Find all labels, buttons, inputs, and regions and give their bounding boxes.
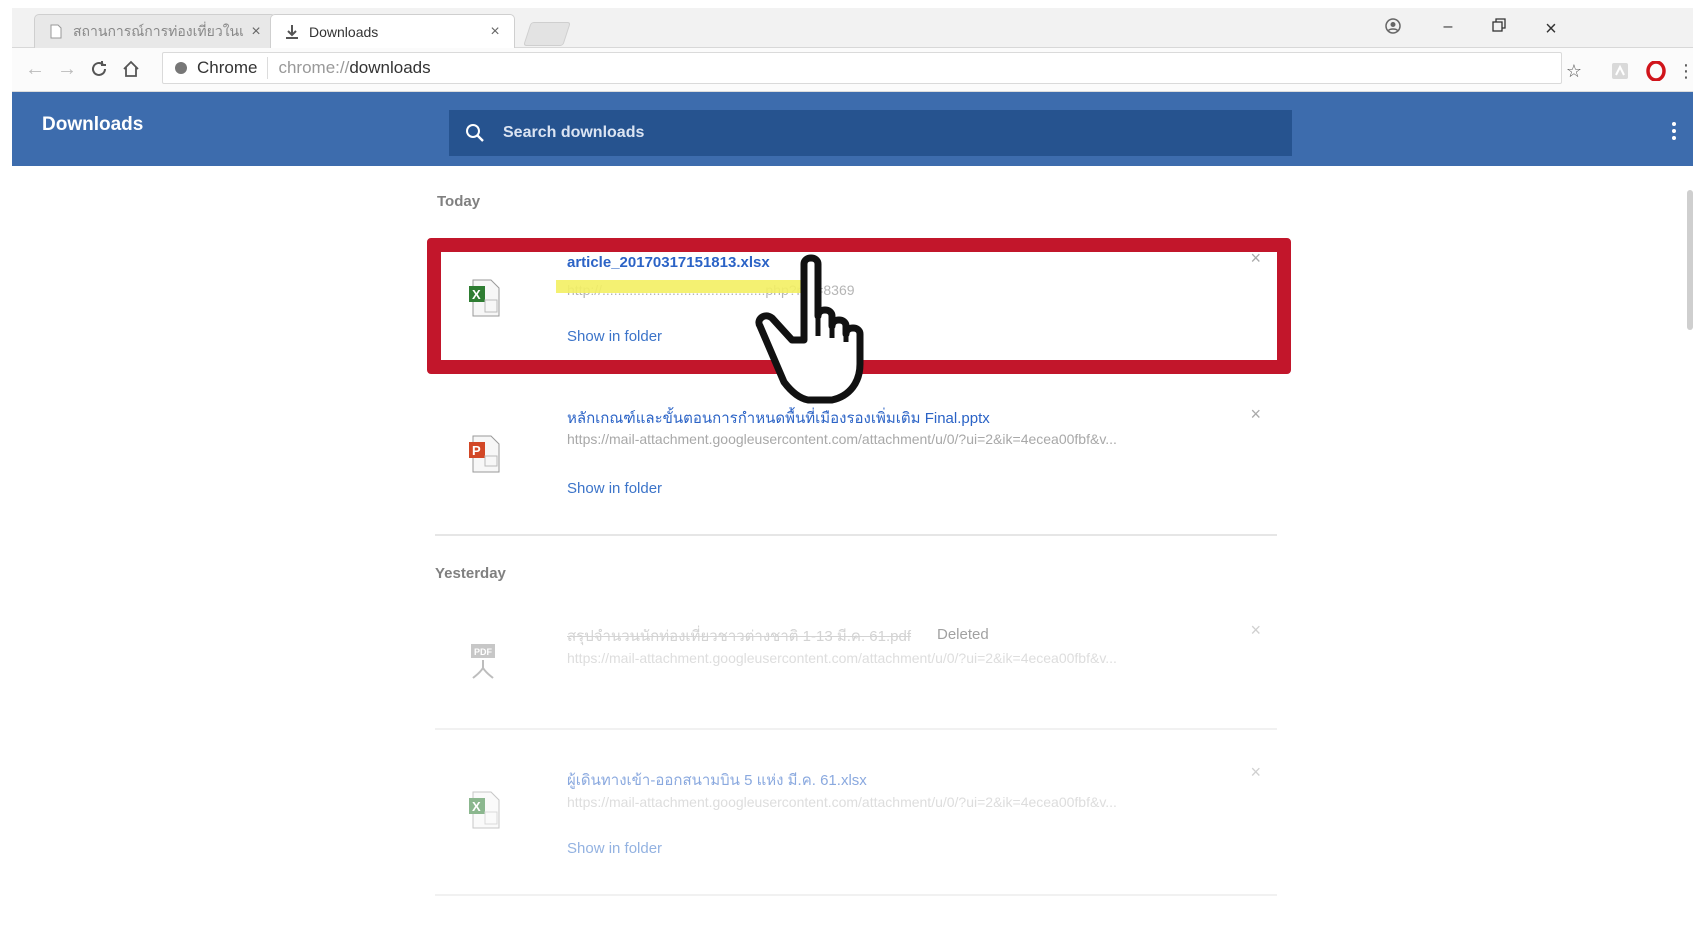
new-tab-button[interactable] xyxy=(523,22,571,46)
chrome-icon xyxy=(175,62,187,74)
more-options-icon[interactable] xyxy=(1669,122,1679,140)
section-today: Today xyxy=(437,193,481,210)
download-item: P หลักเกณฑ์และขั้นตอนการกำหนดพื้นที่เมือ… xyxy=(435,384,1277,536)
search-input[interactable] xyxy=(503,124,1203,142)
bookmark-star-icon[interactable]: ☆ xyxy=(1561,58,1587,84)
tab-close-button[interactable]: × xyxy=(245,23,267,41)
opera-icon[interactable] xyxy=(1643,58,1669,84)
file-name-link[interactable]: หลักเกณฑ์และขั้นตอนการกำหนดพื้นที่เมืองร… xyxy=(567,406,990,430)
url-text[interactable]: chrome://downloads xyxy=(268,58,430,78)
url-path: downloads xyxy=(349,58,431,77)
remove-icon[interactable]: × xyxy=(1250,762,1261,783)
section-yesterday: Yesterday xyxy=(435,565,506,582)
account-icon[interactable] xyxy=(1378,18,1408,42)
browser-toolbar: ← → Chrome chrome://downloads ☆ ⋮ xyxy=(12,48,1693,92)
file-url[interactable]: https://mail-attachment.googleuserconten… xyxy=(567,431,1217,447)
excel-file-icon: X xyxy=(469,791,500,829)
hand-pointer-icon xyxy=(755,254,864,404)
page-icon xyxy=(49,24,63,40)
site-info[interactable]: Chrome xyxy=(163,57,269,79)
download-item: X ผู้เดินทางเข้า-ออกสนามบิน 5 แห่ง มี.ค.… xyxy=(435,742,1277,896)
svg-text:PDF: PDF xyxy=(474,647,493,657)
powerpoint-file-icon: P xyxy=(469,435,500,473)
url-scheme: chrome:// xyxy=(278,58,350,77)
tab-close-button[interactable]: × xyxy=(484,23,506,41)
secure-label: Chrome xyxy=(197,58,258,77)
scrollbar[interactable] xyxy=(1687,190,1693,330)
tab-title: Downloads xyxy=(309,23,379,40)
remove-icon[interactable]: × xyxy=(1250,620,1261,641)
download-icon xyxy=(285,24,299,40)
download-item: PDF สรุปจำนวนนักท่องเที่ยวชาวต่างชาติ 1-… xyxy=(435,600,1277,730)
close-window-button[interactable]: × xyxy=(1536,18,1566,42)
pdf-file-icon: PDF xyxy=(471,644,495,679)
remove-icon[interactable]: × xyxy=(1250,404,1261,425)
restore-icon[interactable] xyxy=(1484,18,1514,42)
home-icon[interactable] xyxy=(118,56,144,82)
menu-icon[interactable]: ⋮ xyxy=(1677,58,1693,84)
tab-tourism[interactable]: สถานการณ์การท่องเที่ยวในเ... × xyxy=(34,14,276,48)
downloads-header: Downloads xyxy=(12,92,1693,166)
show-in-folder-link[interactable]: Show in folder xyxy=(567,480,662,497)
extension-icon[interactable] xyxy=(1607,58,1633,84)
search-icon xyxy=(466,124,484,142)
back-icon[interactable]: ← xyxy=(22,56,48,82)
file-name: สรุปจำนวนนักท่องเที่ยวชาวต่างชาติ 1-13 ม… xyxy=(567,628,912,645)
page-title: Downloads xyxy=(42,114,144,135)
search-box[interactable] xyxy=(449,110,1292,156)
show-in-folder-link[interactable]: Show in folder xyxy=(567,840,662,857)
reload-icon[interactable] xyxy=(86,56,112,82)
file-name-link[interactable]: ผู้เดินทางเข้า-ออกสนามบิน 5 แห่ง มี.ค. 6… xyxy=(567,768,867,792)
tab-downloads[interactable]: Downloads × xyxy=(270,14,515,48)
svg-text:P: P xyxy=(472,443,481,458)
minimize-button[interactable]: – xyxy=(1433,18,1463,42)
forward-icon[interactable]: → xyxy=(54,56,80,82)
tab-strip: สถานการณ์การท่องเที่ยวในเ... × Downloads… xyxy=(12,8,1693,48)
address-bar[interactable]: Chrome chrome://downloads xyxy=(162,52,1562,84)
tab-title: สถานการณ์การท่องเที่ยวในเ... xyxy=(73,22,245,39)
file-url: https://mail-attachment.googleuserconten… xyxy=(567,650,1117,666)
deleted-status: Deleted xyxy=(937,626,989,643)
svg-text:X: X xyxy=(472,799,481,814)
file-url[interactable]: https://mail-attachment.googleuserconten… xyxy=(567,794,1217,810)
